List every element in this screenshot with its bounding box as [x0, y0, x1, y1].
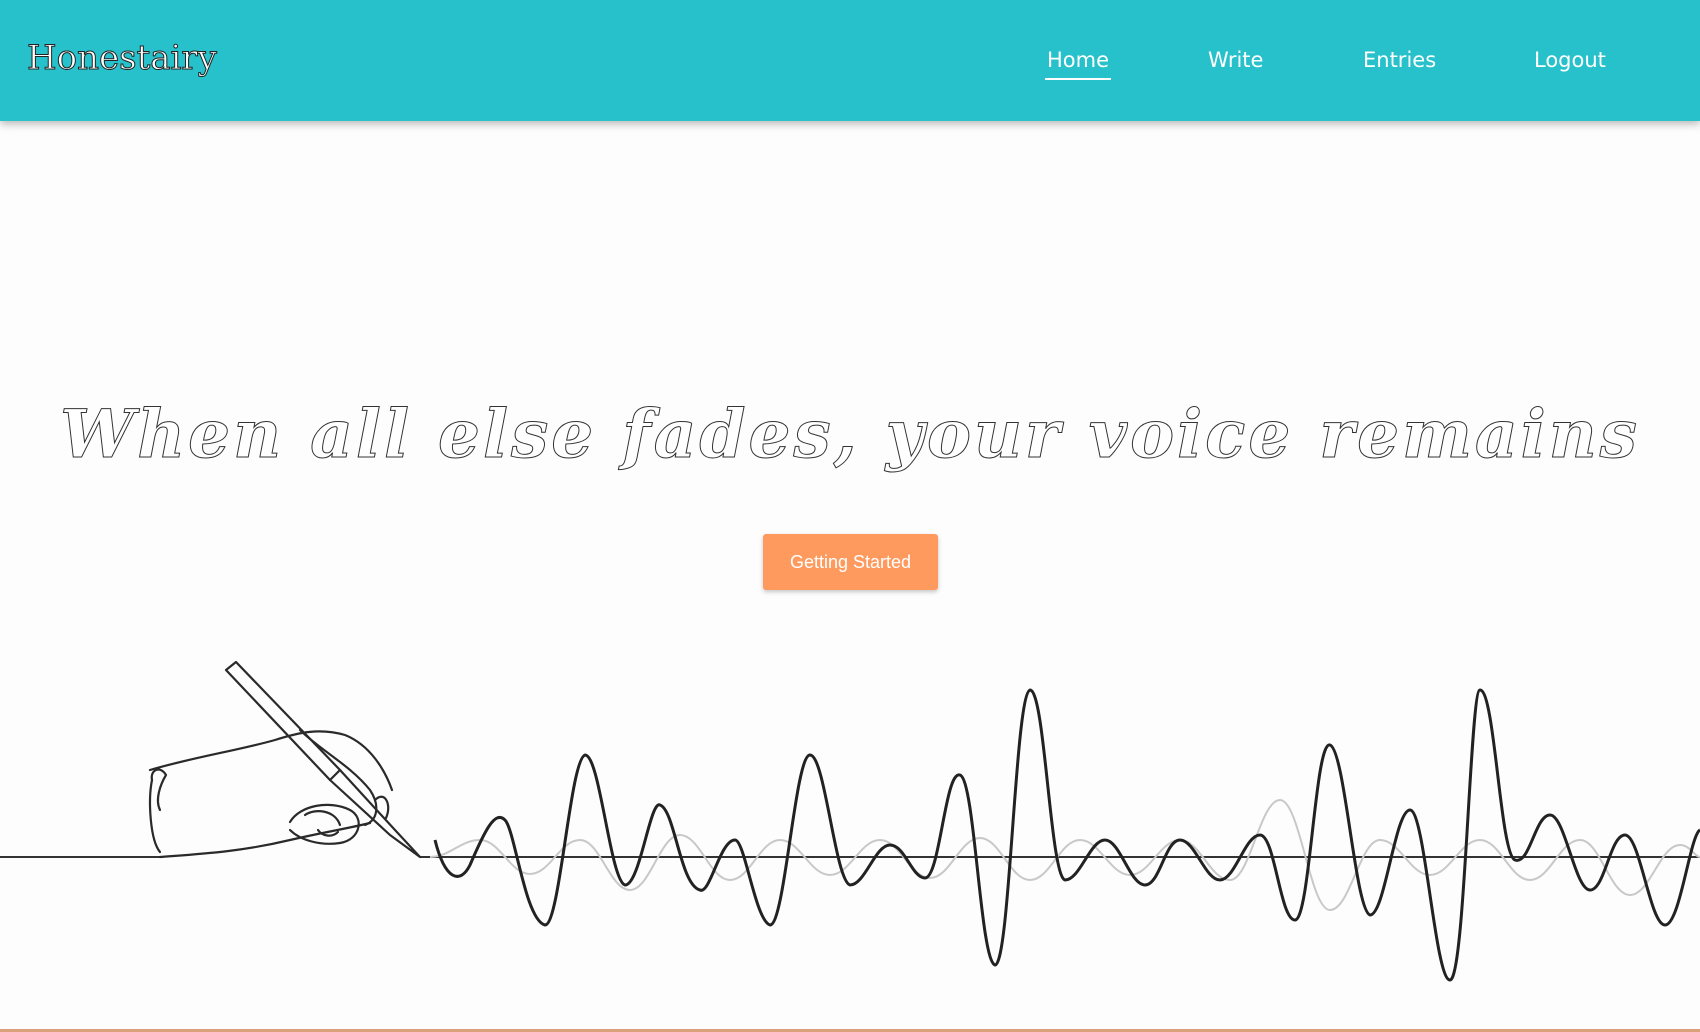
nav-link-write[interactable]: Write	[1208, 44, 1263, 76]
brand-logo[interactable]: Honestairy	[27, 38, 218, 79]
top-navbar: Honestairy Home Write Entries Logout	[0, 0, 1700, 121]
nav-link-logout[interactable]: Logout	[1534, 44, 1606, 76]
hand-with-pen-icon	[148, 660, 422, 859]
hero-tagline: When all else fades, your voice remains	[60, 395, 1640, 474]
nav-link-home[interactable]: Home	[1044, 44, 1112, 80]
hand-writing-soundwave-illustration	[0, 660, 1700, 982]
soundwave-faint	[429, 798, 1700, 912]
soundwave-main	[433, 688, 1700, 982]
nav-link-entries[interactable]: Entries	[1363, 44, 1436, 76]
getting-started-button[interactable]: Getting Started	[763, 534, 938, 590]
